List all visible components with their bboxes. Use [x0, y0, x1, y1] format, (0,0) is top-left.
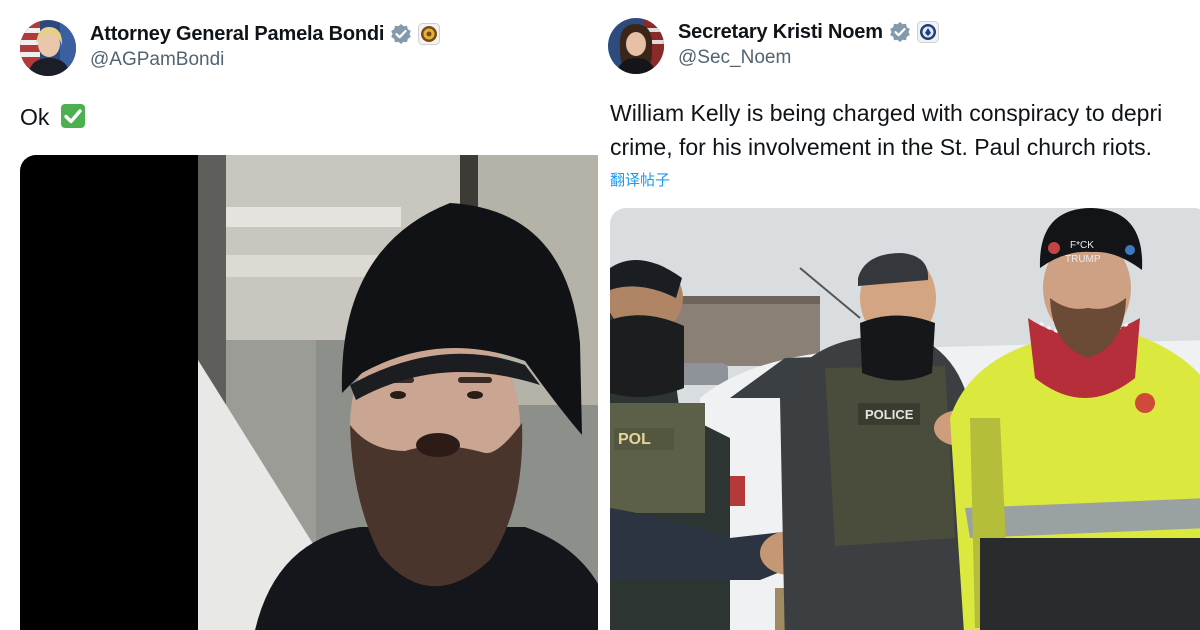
- verified-badge-icon: [889, 21, 911, 43]
- tweet-video[interactable]: [20, 155, 598, 630]
- video-still-image: [20, 155, 598, 630]
- tweet-photo[interactable]: POL POLICE F*CK TRUMP: [610, 208, 1200, 630]
- handle[interactable]: @Sec_Noem: [678, 47, 939, 69]
- avatar[interactable]: [20, 20, 76, 76]
- translate-post-link[interactable]: 翻译帖子: [610, 169, 670, 190]
- tweet-text-line-2: crime, for his involvement in the St. Pa…: [610, 134, 1152, 160]
- tweet-text: Ok: [20, 100, 86, 138]
- tweet-text-line-1: William Kelly is being charged with cons…: [610, 100, 1163, 126]
- avatar[interactable]: [608, 18, 664, 74]
- government-seal-icon: [418, 23, 441, 45]
- arrest-photo-image: POL POLICE F*CK TRUMP: [610, 208, 1200, 630]
- display-name[interactable]: Secretary Kristi Noem: [678, 21, 883, 44]
- tweet-header: Secretary Kristi Noem @Sec_Noem: [608, 18, 939, 74]
- tweet-card-bondi: Attorney General Pamela Bondi @AGPamBond…: [0, 0, 598, 630]
- tweet-header: Attorney General Pamela Bondi @AGPamBond…: [20, 20, 441, 76]
- display-name[interactable]: Attorney General Pamela Bondi: [90, 23, 384, 46]
- verified-badge-icon: [390, 23, 412, 45]
- tweet-card-noem: Secretary Kristi Noem @Sec_Noem William …: [598, 0, 1200, 630]
- vest-label-police: POLICE: [865, 407, 914, 422]
- check-mark-emoji: [60, 103, 86, 138]
- government-seal-icon: [916, 21, 939, 43]
- vest-label-pol: POL: [618, 431, 651, 448]
- beanie-text-line-1: F*CK: [1070, 240, 1094, 251]
- avatar-image: [608, 18, 664, 74]
- handle[interactable]: @AGPamBondi: [90, 49, 440, 71]
- avatar-image: [20, 20, 76, 76]
- tweet-text: William Kelly is being charged with cons…: [610, 96, 1162, 164]
- tweet-text-content: Ok: [20, 104, 50, 130]
- beanie-text-line-2: TRUMP: [1065, 254, 1101, 265]
